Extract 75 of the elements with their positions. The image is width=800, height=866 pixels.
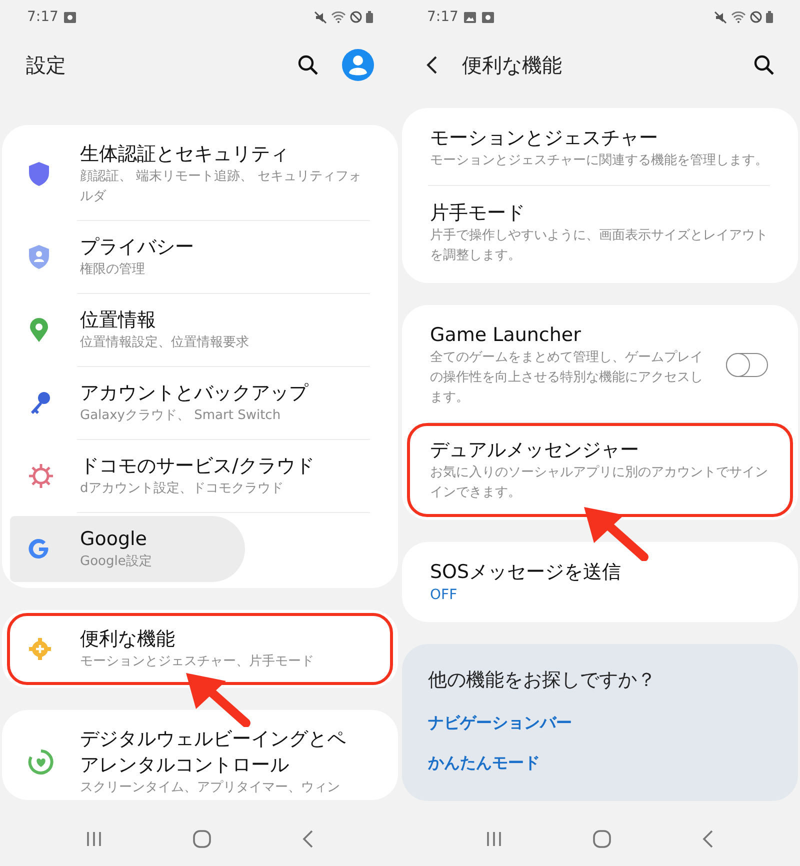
key-icon xyxy=(28,390,52,416)
item-title: プライバシー xyxy=(80,235,195,260)
item-status: OFF xyxy=(430,586,458,605)
screen-title: 便利な機能 xyxy=(462,52,563,79)
toggle-switch[interactable] xyxy=(726,353,768,377)
item-title: Google xyxy=(80,527,148,552)
item-title: モーションとジェスチャー xyxy=(430,126,659,151)
mute-icon xyxy=(314,10,327,24)
settings-item[interactable]: Game Launcher 全てのゲームをまとめて管理し、ゲームプレイの操作性を向上させる特別な機能にアクセスします。 xyxy=(407,308,793,422)
mute-icon xyxy=(714,10,727,24)
recent-apps-icon[interactable] xyxy=(86,831,102,847)
search-icon[interactable] xyxy=(754,55,774,75)
profile-avatar-icon[interactable] xyxy=(342,49,374,81)
annotation-arrow xyxy=(584,507,648,561)
item-title: デジタルウェルビーイングとペアレンタルコントロール xyxy=(80,727,347,778)
settings-item[interactable]: モーションとジェスチャー モーションとジェスチャーに関連する機能を管理します。 xyxy=(407,111,793,185)
item-title: ドコモのサービス/クラウド xyxy=(80,454,316,479)
wifi-icon xyxy=(331,11,346,23)
gear-plus-icon xyxy=(28,637,52,661)
location-pin-icon xyxy=(28,317,50,343)
item-subtitle: Galaxyクラウド、 Smart Switch xyxy=(80,407,282,425)
item-subtitle: スクリーンタイム、アプリタイマー、ウィン xyxy=(80,779,341,797)
item-subtitle: 片手で操作しやすいように、画面表示サイズとレイアウトを調整します。 xyxy=(430,227,768,265)
battery-icon xyxy=(366,11,373,23)
settings-item[interactable]: デュアルメッセンジャー お気に入りのソーシャルアプリに別のアカウントでサインインできます。 xyxy=(407,423,793,517)
settings-item[interactable]: アカウントとバックアップ Galaxyクラウド、 Smart Switch xyxy=(7,367,393,439)
wifi-icon xyxy=(731,11,746,23)
item-title: 位置情報 xyxy=(80,308,157,333)
home-icon[interactable] xyxy=(192,830,211,848)
item-subtitle: お気に入りのソーシャルアプリに別のアカウントでサインインできます。 xyxy=(430,464,768,502)
settings-item[interactable]: SOSメッセージを送信 OFF xyxy=(407,545,793,619)
search-icon[interactable] xyxy=(298,55,318,75)
item-subtitle: モーションとジェスチャー、片手モード xyxy=(80,653,315,671)
item-title: Game Launcher xyxy=(430,323,582,348)
settings-item[interactable]: 片手モード 片手で操作しやすいように、画面表示サイズとレイアウトを調整します。 xyxy=(407,186,793,280)
settings-item[interactable]: 生体認証とセキュリティ 顔認証、 端末リモート追跡、 セキュリティフォルダ xyxy=(7,128,393,220)
settings-item[interactable]: ドコモのサービス/クラウド dアカウント設定、ドコモクラウド xyxy=(7,440,393,512)
item-subtitle: Google設定 xyxy=(80,553,153,571)
settings-item[interactable]: プライバシー 権限の管理 xyxy=(7,221,393,293)
settings-item[interactable]: Google Google設定 xyxy=(7,513,393,585)
battery-icon xyxy=(766,11,773,23)
item-subtitle: 権限の管理 xyxy=(80,261,146,279)
settings-item[interactable]: デジタルウェルビーイングとペアレンタルコントロール スクリーンタイム、アプリタイマー、ウィン xyxy=(7,713,393,800)
item-subtitle: モーションとジェスチャーに関連する機能を管理します。 xyxy=(430,152,768,170)
blocked-icon xyxy=(350,11,362,23)
item-subtitle: 顔認証、 端末リモート追跡、 セキュリティフォルダ xyxy=(80,168,362,206)
item-title: 片手モード xyxy=(430,201,526,226)
item-title: アカウントとバックアップ xyxy=(80,381,310,406)
back-icon[interactable] xyxy=(426,55,438,75)
heart-ring-icon xyxy=(28,749,54,775)
item-title: 便利な機能 xyxy=(80,627,176,652)
screen-title: 設定 xyxy=(26,52,67,79)
suggestion-link[interactable]: ナビゲーションバー xyxy=(428,710,772,734)
google-g-icon xyxy=(28,538,50,560)
notification-icon xyxy=(482,12,494,22)
item-subtitle: dアカウント設定、ドコモクラウド xyxy=(80,480,284,498)
settings-item[interactable]: 位置情報 位置情報設定、位置情報要求 xyxy=(7,294,393,366)
home-icon[interactable] xyxy=(592,830,611,848)
status-time: 7:17 xyxy=(427,8,458,26)
blocked-icon xyxy=(750,11,762,23)
item-title: デュアルメッセンジャー xyxy=(430,438,640,463)
item-subtitle: 位置情報設定、位置情報要求 xyxy=(80,334,250,352)
back-nav-icon[interactable] xyxy=(702,830,714,848)
item-title: SOSメッセージを送信 xyxy=(430,560,622,585)
shield-icon xyxy=(28,161,50,187)
status-time: 7:17 xyxy=(27,8,58,26)
back-nav-icon[interactable] xyxy=(302,830,314,848)
recent-apps-icon[interactable] xyxy=(486,831,502,847)
shield-person-icon xyxy=(28,244,50,270)
item-subtitle: 全てのゲームをまとめて管理し、ゲームプレイの操作性を向上させる特別な機能にアクセスします。 xyxy=(430,349,704,407)
suggestion-link[interactable]: かんたんモード xyxy=(428,750,772,774)
annotation-arrow xyxy=(186,673,250,727)
sun-gear-icon xyxy=(28,463,54,489)
suggestions-title: 他の機能をお探しですか？ xyxy=(428,668,657,693)
item-title: 生体認証とセキュリティ xyxy=(80,142,290,167)
